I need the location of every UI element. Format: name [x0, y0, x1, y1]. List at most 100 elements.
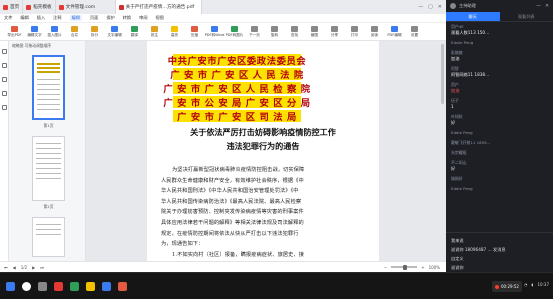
- chat-text: 阿智网络11 1838…: [451, 72, 490, 77]
- page-thumbnail-3[interactable]: [32, 217, 65, 257]
- toolbar-button[interactable]: 截图: [306, 24, 323, 40]
- chat-input-row[interactable]: 我来说: [451, 236, 548, 245]
- chat-message: 用户4E 观看人数113 150…: [451, 24, 548, 36]
- start-icon[interactable]: [6, 282, 15, 291]
- chat-input-row[interactable]: 自定义: [451, 254, 548, 263]
- folder-icon[interactable]: [86, 282, 95, 291]
- attachment-icon[interactable]: [1, 105, 7, 110]
- toolbar-button[interactable]: 编辑文字: [26, 24, 43, 40]
- chat-text: 1: [451, 104, 454, 109]
- wechat-icon[interactable]: [70, 282, 79, 291]
- chat-input-area: 我来说 说说你 18096487 … 发消息 自定义 说说你: [446, 232, 553, 272]
- system-tray: ◔ ◖ 10:37: [524, 282, 549, 287]
- chat-input-row[interactable]: 说说你 18096487 … 发消息: [451, 245, 548, 254]
- menu-item[interactable]: 页面: [90, 15, 98, 21]
- toolbar-button[interactable]: 设置: [406, 24, 423, 40]
- task-view-icon[interactable]: [38, 282, 47, 291]
- menu-item[interactable]: 编辑: [20, 15, 28, 21]
- menu-item[interactable]: 转换: [123, 15, 131, 21]
- clock[interactable]: 10:37: [537, 282, 549, 287]
- zoom-slider[interactable]: [391, 264, 418, 270]
- maximize-icon[interactable]: ▢: [428, 4, 433, 10]
- bookmark-icon[interactable]: [1, 63, 7, 68]
- menu-item[interactable]: 视图: [156, 15, 164, 21]
- toolbar-button[interactable]: 批注: [146, 24, 163, 40]
- menu-item[interactable]: 注释: [53, 15, 61, 21]
- minimize-icon[interactable]: —: [418, 4, 423, 10]
- zoom-control: − + 100%: [384, 264, 446, 270]
- toolbar-button[interactable]: 合并: [66, 24, 83, 40]
- close-icon[interactable]: ✕: [545, 4, 549, 9]
- vertical-scrollbar[interactable]: [441, 44, 444, 104]
- left-tool-strip: [0, 41, 9, 261]
- prev-page-icon[interactable]: ◀: [13, 265, 16, 270]
- toolbar-button[interactable]: 查找: [286, 24, 303, 40]
- menu-item[interactable]: 插入: [37, 15, 45, 21]
- menu-item[interactable]: 文件: [4, 15, 12, 21]
- toolbar-button[interactable]: 导出PDF: [6, 24, 23, 40]
- chat-message: 阿智 阿智网络11 1838…: [451, 66, 548, 78]
- toolbar-button[interactable]: PDF转图片: [226, 24, 243, 40]
- tab-pdf-document[interactable]: 关于严打违严疫情…方的通告.pdf: [115, 0, 202, 14]
- page-indicator[interactable]: 1/2: [21, 265, 27, 270]
- recording-indicator[interactable]: 00:29:52: [492, 281, 522, 292]
- menu-bar: 文件 编辑 插入 注释 编辑 页面 保护 转换 审阅 视图: [0, 14, 446, 23]
- toolbar-button[interactable]: 高亮: [166, 24, 183, 40]
- toolbar-button[interactable]: PDF编辑: [386, 24, 403, 40]
- tab-bar: 首页 稻壳模板 文件管理.com 关于严打违严疫情…方的通告.pdf — ▢ ✕: [0, 0, 446, 14]
- network-icon[interactable]: ◔: [524, 282, 528, 287]
- volume-icon[interactable]: ◖: [531, 282, 533, 287]
- toolbar-button[interactable]: 打印: [346, 24, 363, 40]
- zoom-in-icon[interactable]: +: [421, 265, 424, 270]
- record-icon: [495, 284, 499, 289]
- tab-file-manager[interactable]: 文件管理.com: [56, 0, 116, 14]
- chat-author: Edslie Peng: [451, 40, 474, 45]
- app-icon[interactable]: [118, 282, 127, 291]
- zoom-out-icon[interactable]: −: [384, 265, 387, 270]
- toolbar-button[interactable]: PDF转Word: [205, 24, 224, 40]
- tab-viewers[interactable]: 观看列表: [500, 12, 553, 21]
- folder-icon: [58, 4, 64, 10]
- menu-item[interactable]: 保护: [106, 15, 114, 21]
- zoom-value[interactable]: 100%: [429, 265, 440, 270]
- chat-text: 好: [451, 166, 456, 171]
- minimize-icon[interactable]: —: [536, 4, 541, 9]
- template-icon: [26, 4, 32, 10]
- toolbar-button-label: 阅读: [370, 32, 379, 37]
- tab-chat[interactable]: 聊天: [446, 12, 500, 21]
- toolbar-button[interactable]: 阅读: [366, 24, 383, 40]
- thumbnail-panel: 缩略图 可拖动调整顺序 第1页 第2页: [9, 41, 86, 261]
- search-icon[interactable]: [1, 91, 7, 96]
- next-page-icon[interactable]: ▶: [32, 265, 35, 270]
- toolbar-button[interactable]: 拆分: [86, 24, 103, 40]
- toolbar-button[interactable]: 翻译: [126, 24, 143, 40]
- toolbar-button[interactable]: 插入图片: [46, 24, 63, 40]
- toolbar-button[interactable]: 压缩: [186, 24, 203, 40]
- toolbar-button[interactable]: 文字编辑: [106, 24, 123, 40]
- browser-icon[interactable]: [102, 282, 111, 291]
- body-line: 为坚决打赢新型冠状病毒肺炎疫情防控阻击战，切实保障: [172, 167, 305, 173]
- document-view[interactable]: 中共广安市广安区委政法委员会 广 安 市 广 安 区 人 民 法 院 广 安 市…: [86, 41, 446, 261]
- toolbar-button[interactable]: 旋转: [266, 24, 283, 40]
- toolbar-button[interactable]: 下一页: [246, 24, 263, 40]
- toolbar-button-label: 下一页: [249, 32, 260, 37]
- thumbnail-icon[interactable]: [1, 49, 7, 54]
- toolbar-button[interactable]: 分享: [326, 24, 343, 40]
- chat-header: 主持助理 — ✕: [446, 0, 553, 12]
- search-icon[interactable]: [22, 282, 31, 291]
- close-icon[interactable]: ✕: [438, 4, 442, 10]
- last-page-icon[interactable]: ⏭: [40, 265, 44, 270]
- chat-input-row[interactable]: 说说你: [451, 263, 548, 272]
- page-thumbnail-2[interactable]: [32, 136, 65, 201]
- tab-home[interactable]: 首页: [0, 0, 24, 14]
- first-page-icon[interactable]: ⏮: [4, 265, 8, 270]
- menu-item[interactable]: 编辑: [69, 15, 82, 21]
- menu-item[interactable]: 审阅: [139, 15, 147, 21]
- comment-list-icon[interactable]: [1, 77, 7, 82]
- tab-templates[interactable]: 稻壳模板: [23, 0, 56, 14]
- wps-icon[interactable]: [54, 282, 63, 291]
- pdf-page: 中共广安市广安区委政法委员会 广 安 市 广 安 区 人 民 法 院 广 安 市…: [147, 41, 379, 261]
- header-line: 中共广安市广安区委政法委员会: [167, 54, 307, 67]
- status-bar: ⏮ ◀ 1/2 ▶ ⏭ − + 100%: [0, 261, 446, 272]
- page-thumbnail-1[interactable]: [32, 55, 65, 120]
